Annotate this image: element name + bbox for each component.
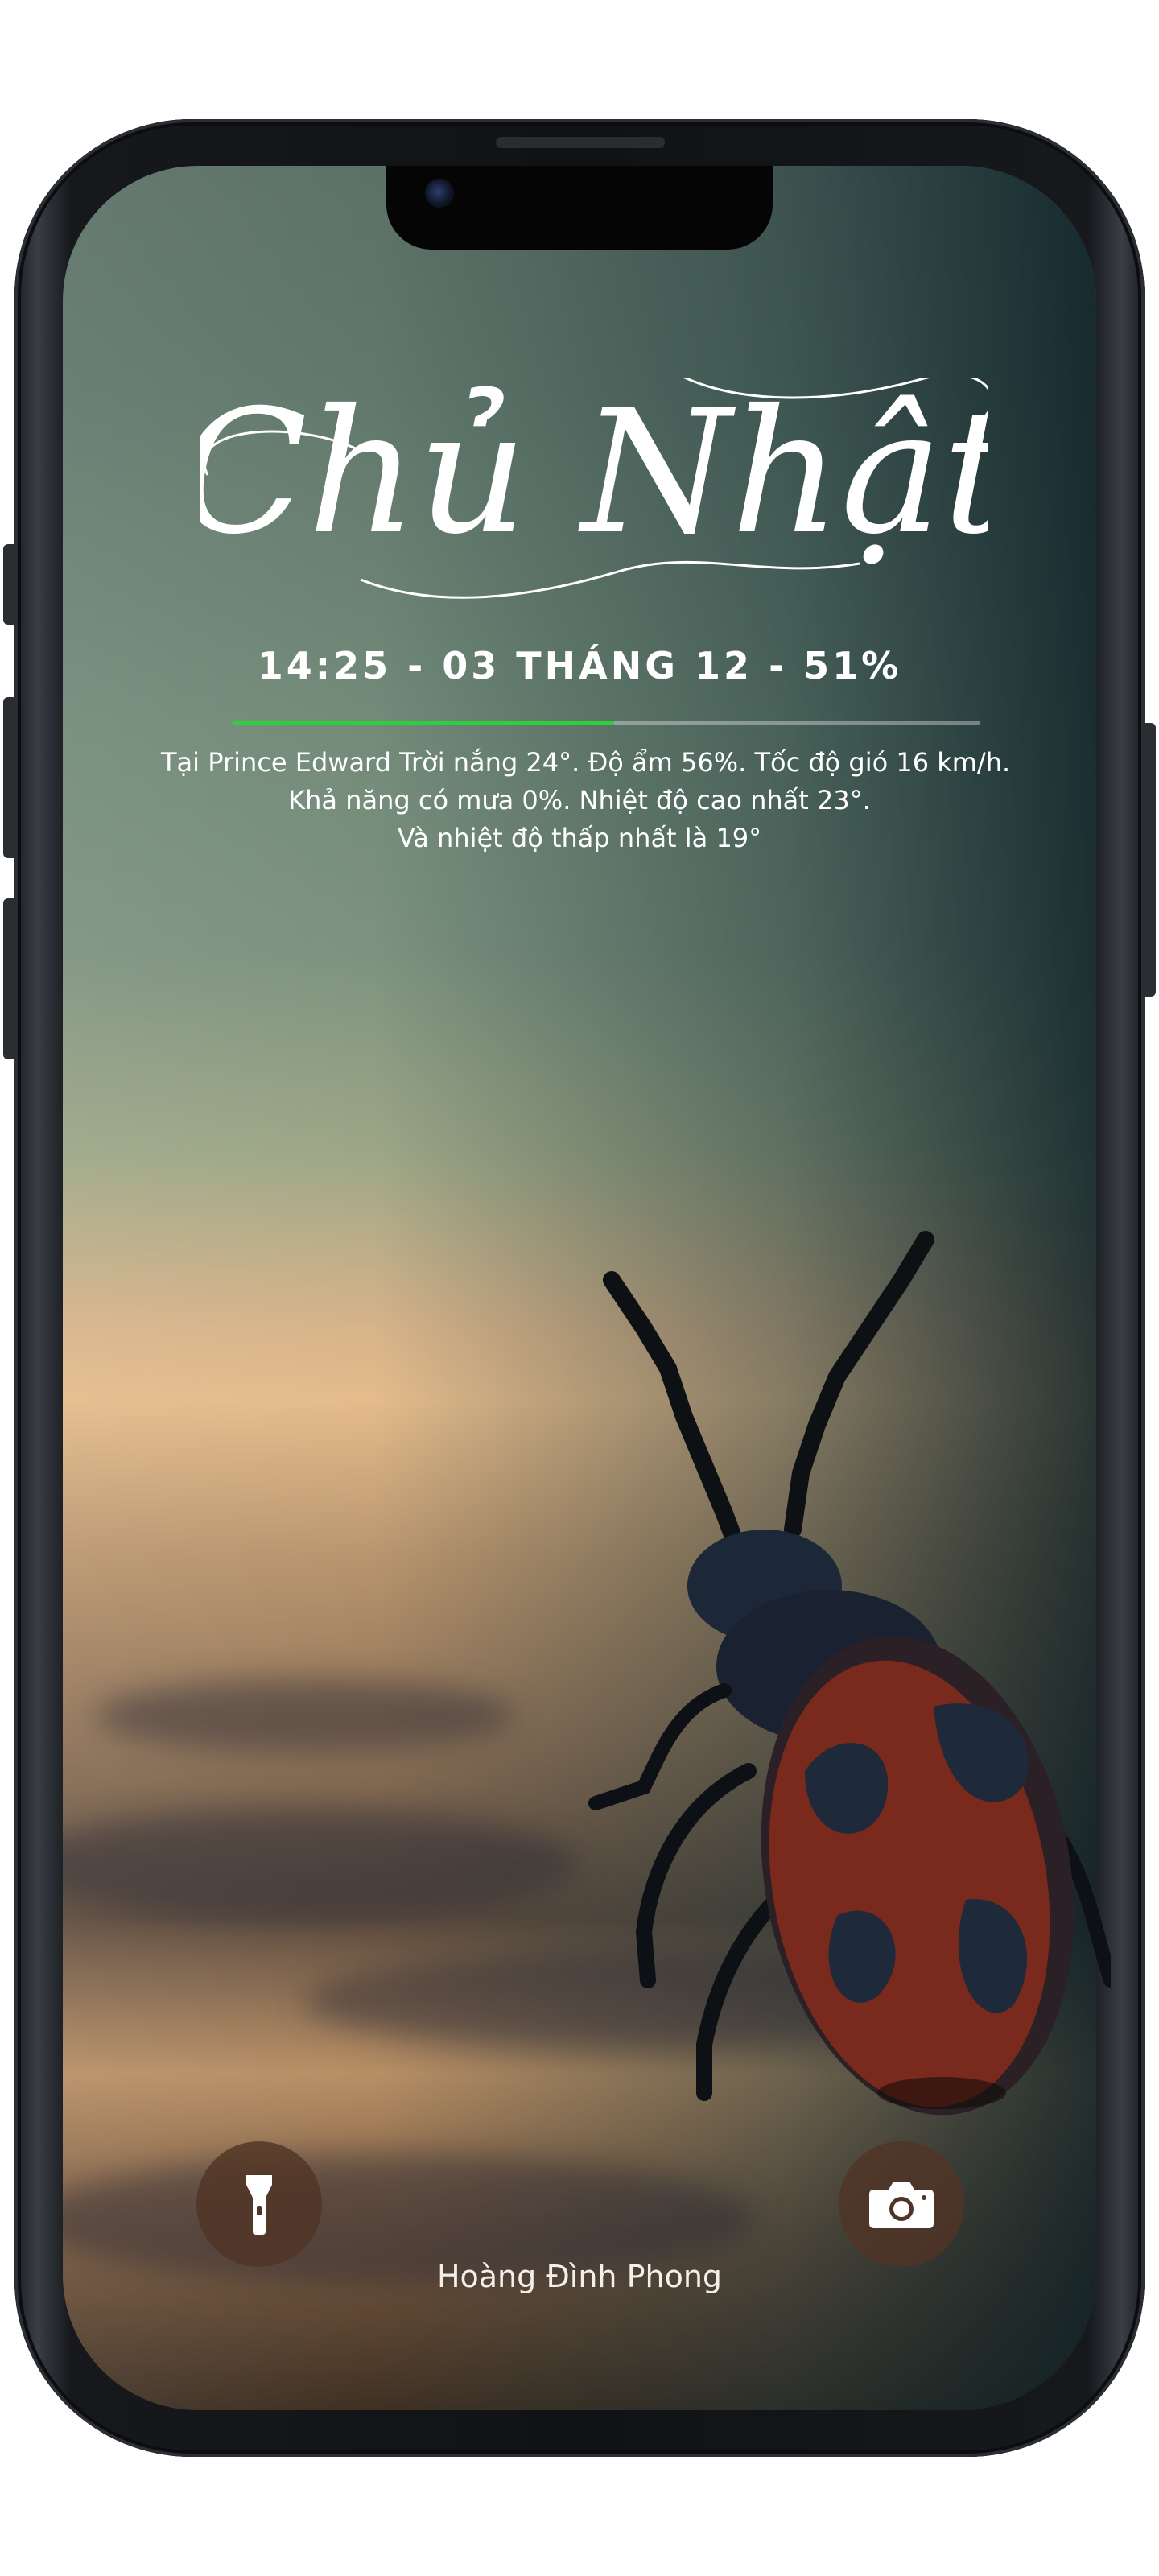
battery-bar bbox=[233, 721, 980, 724]
beetle-illustration bbox=[588, 1231, 1111, 2116]
notch bbox=[386, 166, 773, 250]
camera-icon bbox=[869, 2182, 934, 2228]
mute-switch bbox=[3, 544, 18, 625]
owner-name: Hoàng Đình Phong bbox=[436, 2259, 723, 2294]
time-date-battery: 14:25 - 03 THÁNG 12 - 51% bbox=[257, 644, 902, 687]
weather-line: Khả năng có mưa 0%. Nhiệt độ cao nhất 23… bbox=[288, 785, 871, 815]
weather-line: Tại Prince Edward Trời nắng 24°. Độ ẩm 5… bbox=[161, 747, 1011, 778]
day-text: Chủ Nhật bbox=[200, 378, 988, 572]
weather-line: Và nhiệt độ thấp nhất là 19° bbox=[397, 823, 762, 853]
front-camera bbox=[425, 179, 454, 208]
power-button bbox=[1141, 723, 1156, 997]
weather-summary: Tại Prince Edward Trời nắng 24°. Độ ẩm 5… bbox=[161, 744, 1011, 857]
flashlight-button[interactable] bbox=[196, 2141, 322, 2267]
wallpaper-dune bbox=[95, 1679, 514, 1752]
earpiece-speaker bbox=[496, 137, 665, 148]
flashlight-icon bbox=[246, 2175, 272, 2235]
battery-level-fill bbox=[233, 721, 615, 724]
volume-up-button bbox=[3, 697, 18, 858]
day-of-week: Chủ Nhật bbox=[200, 378, 988, 599]
camera-button[interactable] bbox=[839, 2141, 964, 2267]
volume-down-button bbox=[3, 898, 18, 1059]
